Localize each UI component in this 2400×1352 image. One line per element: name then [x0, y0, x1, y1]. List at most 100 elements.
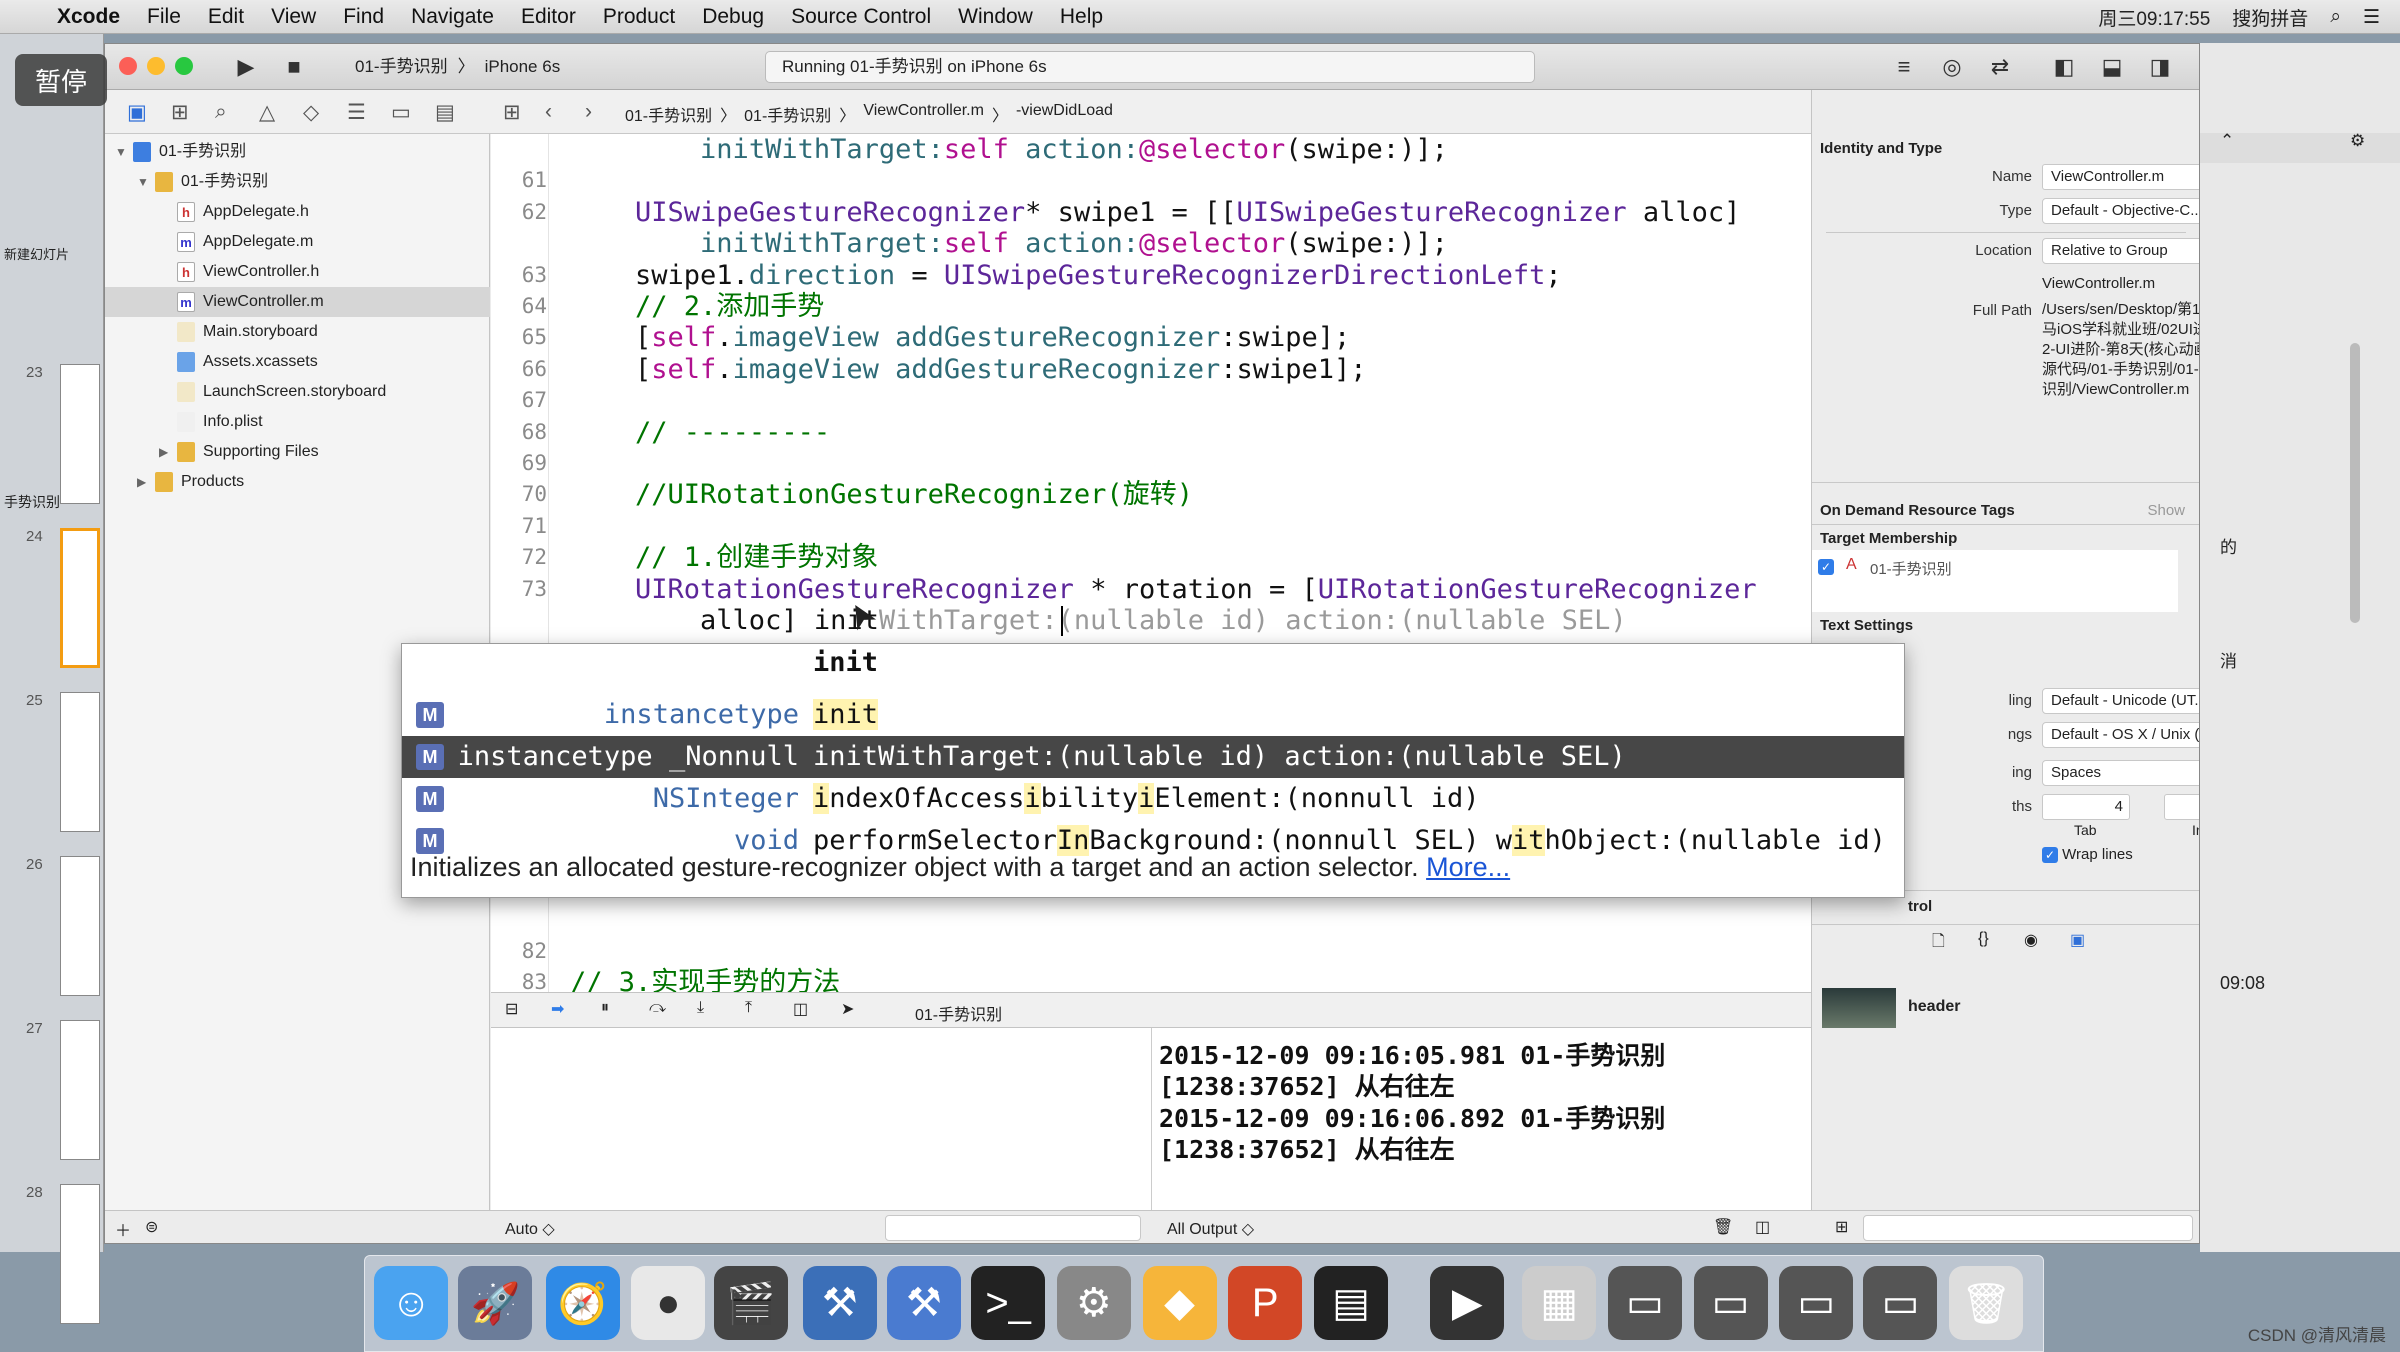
- navigator-item[interactable]: ▼ 01-手势识别: [105, 137, 490, 167]
- menu-help[interactable]: Help: [1060, 5, 1103, 29]
- menu-app[interactable]: Xcode: [57, 5, 120, 29]
- menu-navigate[interactable]: Navigate: [411, 5, 494, 29]
- indent-width-field[interactable]: 4: [2164, 794, 2199, 820]
- slide-thumbnail[interactable]: [60, 1020, 100, 1160]
- disclosure-arrow-icon[interactable]: ▼: [137, 167, 155, 197]
- screen-1-icon[interactable]: ▭: [1607, 1266, 1682, 1340]
- disclosure-arrow-icon[interactable]: ▶: [137, 467, 155, 497]
- navigator-item[interactable]: Info.plist: [105, 407, 490, 437]
- menu-file[interactable]: File: [147, 5, 181, 29]
- imovie-icon[interactable]: 🎬: [713, 1266, 788, 1340]
- breadcrumb-item[interactable]: ViewController.m: [863, 102, 984, 126]
- bg-scrollbar[interactable]: [2350, 343, 2360, 623]
- zoom-button[interactable]: [175, 57, 193, 75]
- slide-thumbnail[interactable]: [60, 692, 100, 832]
- menu-product[interactable]: Product: [603, 5, 675, 29]
- search-icon[interactable]: ⌕: [2330, 6, 2341, 28]
- screen-2-icon[interactable]: ▭: [1693, 1266, 1768, 1340]
- navigator-item[interactable]: Assets.xcassets: [105, 347, 490, 377]
- launchpad-icon[interactable]: 🚀: [458, 1266, 533, 1340]
- breadcrumb-item[interactable]: 01-手势识别: [744, 102, 831, 126]
- toggle-debug-icon[interactable]: ⬓: [2095, 52, 2129, 82]
- menu-window[interactable]: Window: [958, 5, 1033, 29]
- menu-editor[interactable]: Editor: [521, 5, 576, 29]
- header-thumbnail[interactable]: [1822, 988, 1896, 1028]
- disclosure-arrow-icon[interactable]: ▼: [115, 137, 133, 167]
- quicktime-icon[interactable]: ▶: [1430, 1266, 1505, 1340]
- grid-icon[interactable]: ⊞: [1835, 1217, 1848, 1237]
- library-filter-input[interactable]: [1863, 1215, 2193, 1241]
- library-item-header[interactable]: header: [1908, 998, 1960, 1016]
- variables-scope-select[interactable]: Auto ◇: [505, 1219, 555, 1239]
- slide-thumbnail[interactable]: [60, 364, 100, 504]
- run-icon[interactable]: ▶: [229, 52, 263, 82]
- screen-3-icon[interactable]: ▭: [1779, 1266, 1854, 1340]
- more-link[interactable]: More...: [1426, 852, 1510, 882]
- trash-icon[interactable]: 🗑: [1949, 1266, 2024, 1340]
- symbol-navigator-icon[interactable]: ⊞: [171, 100, 189, 125]
- screen-4-icon[interactable]: ▭: [1863, 1266, 1938, 1340]
- step-over-icon[interactable]: ⤼: [649, 999, 666, 1017]
- terminal-icon[interactable]: >_: [971, 1266, 1046, 1340]
- project-navigator-icon[interactable]: ▣: [127, 100, 147, 125]
- test-navigator-icon[interactable]: ◇: [303, 100, 319, 125]
- issue-navigator-icon[interactable]: △: [259, 100, 275, 125]
- navigator-item[interactable]: ▶ Products: [105, 467, 490, 497]
- code-snippet-icon[interactable]: {}: [1978, 930, 1989, 948]
- input-method[interactable]: 搜狗拼音: [2232, 4, 2308, 31]
- completion-item[interactable]: M NSInteger indexOfAccessibilityiElement:(…: [402, 778, 1904, 820]
- console-divider[interactable]: [1151, 1028, 1152, 1210]
- safari-icon[interactable]: 🧭: [545, 1266, 620, 1340]
- standard-editor-icon[interactable]: ≡: [1887, 52, 1921, 82]
- breadcrumb-item[interactable]: -viewDidLoad: [1016, 102, 1113, 126]
- report-navigator-icon[interactable]: ▤: [435, 100, 455, 125]
- assistant-editor-icon[interactable]: ◎: [1935, 52, 1969, 82]
- navigator-item[interactable]: LaunchScreen.storyboard: [105, 377, 490, 407]
- add-file-icon[interactable]: ＋: [115, 1217, 131, 1241]
- slide-thumbnail[interactable]: [60, 528, 100, 668]
- close-button[interactable]: [119, 57, 137, 75]
- slide-group[interactable]: 手势识别: [4, 492, 60, 512]
- location-icon[interactable]: ➤: [841, 999, 854, 1019]
- navigator-item[interactable]: ▶ Supporting Files: [105, 437, 490, 467]
- instruments-icon[interactable]: ⚒: [886, 1266, 961, 1340]
- menu-debug[interactable]: Debug: [702, 5, 764, 29]
- view-hierarchy-icon[interactable]: ◫: [793, 999, 808, 1019]
- related-items-icon[interactable]: ⊞: [503, 100, 521, 125]
- encoding-select[interactable]: Default - Unicode (UT...: [2042, 688, 2199, 714]
- navigator-item[interactable]: h AppDelegate.h: [105, 197, 490, 227]
- tab-width-field[interactable]: 4: [2042, 794, 2130, 820]
- menu-source-control[interactable]: Source Control: [791, 5, 931, 29]
- split-view-icon[interactable]: ◫: [1755, 1217, 1770, 1237]
- preview-icon[interactable]: ▦: [1522, 1266, 1597, 1340]
- new-slide-label[interactable]: 新建幻灯片: [4, 244, 69, 263]
- forward-icon[interactable]: ›: [585, 100, 592, 124]
- navigator-item[interactable]: m ViewController.m: [105, 287, 490, 317]
- target-checkbox[interactable]: ✓: [1818, 558, 1834, 575]
- breakpoints-icon[interactable]: ➡: [551, 999, 564, 1019]
- navigator-item[interactable]: h ViewController.h: [105, 257, 490, 287]
- wrap-lines-checkbox[interactable]: ✓: [2042, 847, 2058, 864]
- slide-thumbnail[interactable]: [60, 856, 100, 996]
- back-icon[interactable]: ‹: [545, 100, 552, 124]
- toggle-navigator-icon[interactable]: ◧: [2047, 52, 2081, 82]
- location-select[interactable]: Relative to Group: [2042, 238, 2199, 264]
- type-select[interactable]: Default - Objective-C...: [2042, 198, 2199, 224]
- file-template-icon[interactable]: 🗋: [1932, 930, 1945, 957]
- menu-edit[interactable]: Edit: [208, 5, 244, 29]
- scheme-selector[interactable]: 01-手势识别 〉 iPhone 6s: [355, 52, 560, 82]
- disclosure-arrow-icon[interactable]: ▶: [159, 437, 177, 467]
- navigator-item[interactable]: m AppDelegate.m: [105, 227, 490, 257]
- completion-item[interactable]: Minstancetype _Nonnull initWithTarget:(nu…: [402, 736, 1904, 778]
- debug-navigator-icon[interactable]: ☰: [347, 100, 366, 125]
- chevron-up-icon[interactable]: ⌃: [2220, 131, 2234, 151]
- breakpoint-navigator-icon[interactable]: ▭: [391, 100, 411, 125]
- variables-filter-input[interactable]: [885, 1215, 1141, 1241]
- system-preferences-icon[interactable]: ⚙: [1056, 1266, 1131, 1340]
- indent-using-select[interactable]: Spaces: [2042, 760, 2199, 786]
- line-endings-select[interactable]: Default - OS X / Unix (LF): [2042, 722, 2199, 748]
- navigator-item[interactable]: ▼ 01-手势识别: [105, 167, 490, 197]
- console-icon[interactable]: ▤: [1313, 1266, 1388, 1340]
- filter-icon[interactable]: ⊜: [145, 1217, 158, 1237]
- debug-target[interactable]: 01-手势识别: [915, 1001, 1002, 1025]
